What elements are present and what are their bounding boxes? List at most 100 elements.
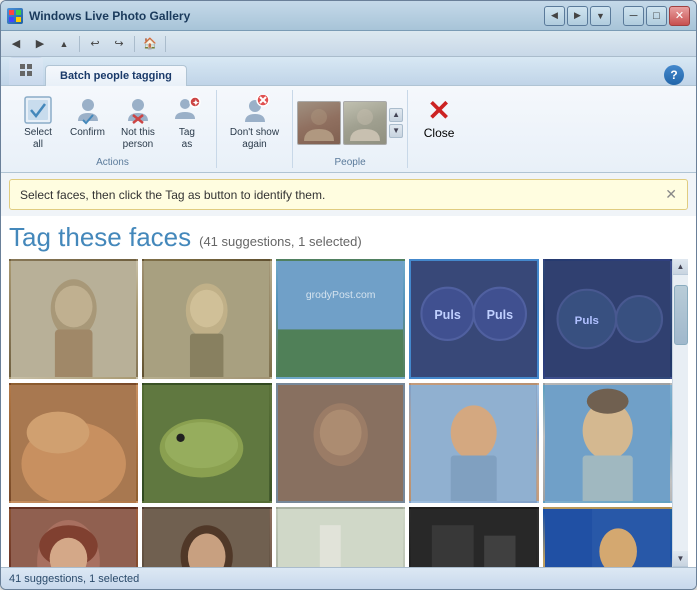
nav-undo[interactable]: ↩ xyxy=(84,34,106,54)
photo-inner-9 xyxy=(411,385,536,501)
info-banner-close[interactable]: ✕ xyxy=(665,186,677,203)
photo-inner-5: Puls xyxy=(545,261,670,377)
title-bar: Windows Live Photo Gallery ◀ ▶ ▼ ─ □ ✕ xyxy=(1,1,696,31)
close-ribbon-label: Close xyxy=(424,126,455,140)
people-scroll: ▲ ▼ xyxy=(389,108,403,138)
select-all-button[interactable]: Selectall xyxy=(15,90,61,155)
photo-inner-12 xyxy=(144,509,269,567)
ribbon-group-actions-items: Selectall Confirm xyxy=(15,90,210,155)
photo-inner-11 xyxy=(11,509,136,567)
window-title: Windows Live Photo Gallery xyxy=(29,9,544,23)
actions-group-label: Actions xyxy=(96,157,129,168)
photo-cell-7[interactable] xyxy=(142,383,271,503)
tag-heading: Tag these faces (41 suggestions, 1 selec… xyxy=(9,216,688,259)
photo-inner-10 xyxy=(545,385,670,501)
people-scroll-up[interactable]: ▲ xyxy=(389,108,403,122)
help-button[interactable]: ? xyxy=(664,65,684,85)
tab-batch-tagging[interactable]: Batch people tagging xyxy=(45,65,187,86)
photo-grid: grodyPost.com Puls Puls xyxy=(9,259,672,567)
ribbon-group-people: ▲ ▼ People xyxy=(293,90,408,168)
photo-cell-6[interactable] xyxy=(9,383,138,503)
nav-up[interactable]: ▲ xyxy=(53,34,75,54)
nav-back[interactable]: ◀ xyxy=(5,34,27,54)
photo-inner-1 xyxy=(11,261,136,377)
photo-inner-13 xyxy=(278,509,403,567)
people-scroll-down[interactable]: ▼ xyxy=(389,124,403,138)
people-thumb-2[interactable] xyxy=(343,101,387,145)
not-this-person-button[interactable]: Not thisperson xyxy=(114,90,162,155)
nav-sep-3 xyxy=(165,36,166,52)
photo-cell-12[interactable] xyxy=(142,507,271,567)
photo-cell-11[interactable] xyxy=(9,507,138,567)
photo-cell-1[interactable] xyxy=(9,259,138,379)
dont-show-icon xyxy=(239,94,271,126)
svg-text:Puls: Puls xyxy=(487,308,513,322)
svg-text:Puls: Puls xyxy=(574,315,598,327)
tag-heading-count: (41 suggestions, 1 selected) xyxy=(199,234,362,249)
photo-cell-3[interactable]: grodyPost.com xyxy=(276,259,405,379)
nav-back-tb[interactable]: ◀ xyxy=(544,6,565,26)
maximize-button[interactable]: □ xyxy=(646,6,667,26)
close-ribbon-icon: ✕ xyxy=(423,94,455,126)
photo-inner-6 xyxy=(11,385,136,501)
close-window-button[interactable]: ✕ xyxy=(669,6,690,26)
minimize-button[interactable]: ─ xyxy=(623,6,644,26)
select-all-icon xyxy=(22,94,54,126)
photo-cell-14[interactable] xyxy=(409,507,538,567)
nav-fwd-tb[interactable]: ▶ xyxy=(567,6,588,26)
photo-cell-13[interactable] xyxy=(276,507,405,567)
photo-cell-10[interactable] xyxy=(543,383,672,503)
status-bar: 41 suggestions, 1 selected xyxy=(1,567,696,589)
ribbon-tabs: Batch people tagging ? xyxy=(1,57,696,85)
not-this-person-label: Not thisperson xyxy=(121,127,155,151)
nav-recent-tb[interactable]: ▼ xyxy=(590,6,611,26)
tab-home[interactable] xyxy=(9,57,43,85)
photo-inner-8 xyxy=(278,385,403,501)
info-banner-text: Select faces, then click the Tag as butt… xyxy=(20,188,325,202)
photo-cell-9[interactable] xyxy=(409,383,538,503)
confirm-icon xyxy=(72,94,104,126)
photo-cell-4[interactable]: Puls Puls xyxy=(409,259,538,379)
scroll-thumb[interactable] xyxy=(674,285,688,345)
nav-sep-2 xyxy=(134,36,135,52)
tag-as-button[interactable]: ✦ Tagas xyxy=(164,90,210,155)
close-ribbon-button[interactable]: ✕ Close xyxy=(414,90,464,144)
svg-text:grodyPost.com: grodyPost.com xyxy=(306,290,376,301)
select-all-label: Selectall xyxy=(24,127,52,151)
nav-bar: ◀ ▶ ▲ ↩ ↪ 🏠 xyxy=(1,31,696,57)
photo-cell-2[interactable] xyxy=(142,259,271,379)
scrollbar: ▲ ▼ xyxy=(672,259,688,567)
nav-forward[interactable]: ▶ xyxy=(29,34,51,54)
photo-inner-14 xyxy=(411,509,536,567)
photo-inner-4: Puls Puls xyxy=(411,261,536,377)
photo-cell-15[interactable] xyxy=(543,507,672,567)
dont-show-again-button[interactable]: Don't showagain xyxy=(223,90,286,155)
app-icon xyxy=(7,8,23,24)
tag-as-label: Tagas xyxy=(179,127,195,151)
window-controls: ◀ ▶ ▼ ─ □ ✕ xyxy=(544,6,690,26)
nav-sep-1 xyxy=(79,36,80,52)
ribbon: Batch people tagging ? xyxy=(1,57,696,173)
nav-redo[interactable]: ↪ xyxy=(108,34,130,54)
dont-show-items: Don't showagain xyxy=(223,90,286,166)
scroll-track[interactable] xyxy=(673,275,689,551)
ribbon-group-close: ✕ Close xyxy=(408,90,470,168)
people-thumb-1[interactable] xyxy=(297,101,341,145)
photo-cell-8[interactable] xyxy=(276,383,405,503)
people-area: ▲ ▼ xyxy=(297,90,403,155)
scroll-up-button[interactable]: ▲ xyxy=(673,259,689,275)
not-this-person-icon xyxy=(122,94,154,126)
tag-as-icon: ✦ xyxy=(171,94,203,126)
main-content: Tag these faces (41 suggestions, 1 selec… xyxy=(1,216,696,567)
photo-inner-15 xyxy=(545,509,670,567)
confirm-button[interactable]: Confirm xyxy=(63,90,112,143)
info-banner: Select faces, then click the Tag as butt… xyxy=(9,179,688,210)
dont-show-label: Don't showagain xyxy=(230,127,279,151)
confirm-label: Confirm xyxy=(70,127,105,139)
photo-cell-5[interactable]: Puls xyxy=(543,259,672,379)
svg-text:✦: ✦ xyxy=(192,99,199,108)
scroll-down-button[interactable]: ▼ xyxy=(673,551,689,567)
nav-home[interactable]: 🏠 xyxy=(139,34,161,54)
main-window: Windows Live Photo Gallery ◀ ▶ ▼ ─ □ ✕ ◀… xyxy=(0,0,697,590)
people-thumbs xyxy=(297,101,387,145)
